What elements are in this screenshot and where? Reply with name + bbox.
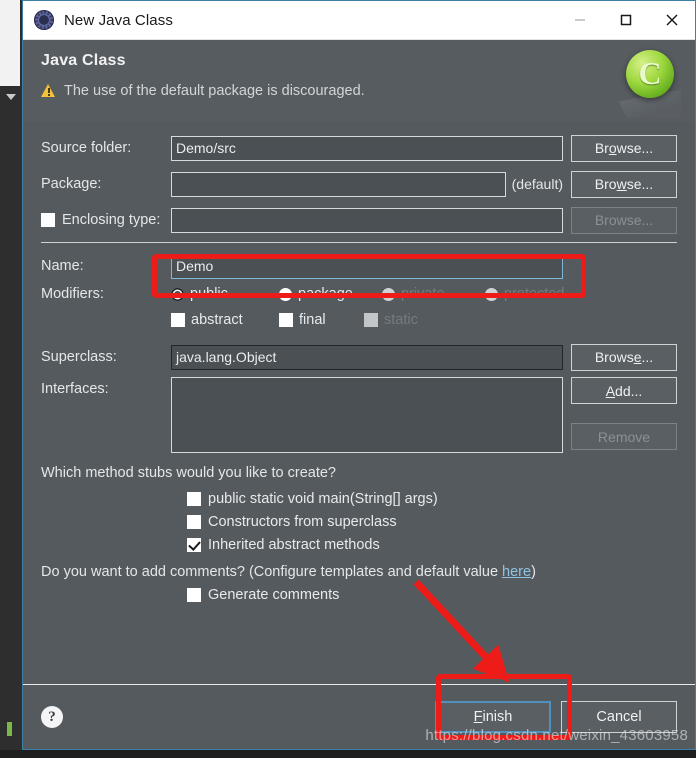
- page-title: Java Class: [41, 52, 126, 69]
- collapse-triangle-icon: [6, 94, 16, 100]
- radio-protected-label: protected: [504, 286, 565, 302]
- stub-inherited-abstract-label: Inherited abstract methods: [208, 536, 380, 553]
- radio-private-label: private: [401, 286, 445, 302]
- warning-triangle-icon: [41, 84, 56, 98]
- minimize-button[interactable]: [557, 1, 603, 39]
- interfaces-label: Interfaces:: [41, 381, 109, 397]
- section-divider: [41, 242, 677, 243]
- interfaces-buttons: Add... Remove: [571, 377, 677, 450]
- title-bar: New Java Class: [23, 1, 695, 40]
- stub-constructors[interactable]: Constructors from superclass: [187, 510, 677, 533]
- package-row: Package: (default) Bro w se...: [41, 168, 677, 200]
- source-folder-row: Source folder: Demo/src Br o wse...: [41, 132, 677, 164]
- close-button[interactable]: [649, 1, 695, 39]
- maximize-icon: [620, 14, 632, 26]
- configure-templates-link[interactable]: here: [502, 564, 531, 580]
- name-input[interactable]: Demo: [171, 253, 563, 279]
- checkbox-generate-comments-icon[interactable]: [187, 587, 201, 602]
- footer-buttons: Finish Cancel: [435, 701, 677, 733]
- stub-inherited-abstract[interactable]: Inherited abstract methods: [187, 533, 677, 556]
- modifier-radio-package[interactable]: package: [279, 286, 382, 302]
- radio-public-label: public: [190, 286, 228, 302]
- superclass-row: Superclass: java.lang.Object Brows e...: [41, 341, 677, 373]
- name-label: Name:: [41, 258, 84, 274]
- backdrop-bottom-bar: [0, 750, 696, 758]
- checkbox-abstract-icon[interactable]: [171, 313, 185, 327]
- minimize-icon: [575, 19, 585, 21]
- enclosing-type-input[interactable]: [171, 207, 563, 233]
- java-class-badge-icon: C: [619, 46, 681, 118]
- modifier-check-static: static: [364, 312, 418, 328]
- enclosing-type-label: Enclosing type:: [62, 212, 161, 228]
- dialog-footer: ? Finish Cancel: [23, 685, 695, 749]
- radio-package-label: package: [298, 286, 353, 302]
- interfaces-remove-button: Remove: [571, 423, 677, 450]
- modifier-radio-private: private: [382, 286, 485, 302]
- window-title: New Java Class: [64, 11, 173, 29]
- modifiers-radio-row: Modifiers: public package private protec…: [41, 283, 677, 305]
- close-icon: [666, 14, 678, 26]
- source-folder-label: Source folder:: [41, 140, 132, 156]
- superclass-input[interactable]: java.lang.Object: [171, 344, 563, 370]
- enclosing-type-browse-button: Browse...: [571, 206, 677, 234]
- source-folder-input[interactable]: Demo/src: [171, 135, 563, 161]
- modifiers-check-row: abstract final static: [41, 309, 677, 331]
- header-message-text: The use of the default package is discou…: [64, 83, 365, 99]
- checkbox-final-label: final: [299, 312, 326, 328]
- new-java-class-dialog: New Java Class Java Class The use of the…: [22, 0, 696, 750]
- interfaces-list[interactable]: [171, 377, 563, 453]
- modifiers-label: Modifiers:: [41, 286, 104, 302]
- window-controls: [557, 1, 695, 39]
- radio-protected-icon: [485, 287, 498, 301]
- comments-question: Do you want to add comments? (Configure …: [41, 564, 677, 580]
- comments-question-suffix: ): [531, 564, 536, 580]
- superclass-browse-button[interactable]: Brows e...: [571, 343, 677, 371]
- package-input[interactable]: [171, 171, 506, 197]
- interfaces-add-button[interactable]: Add...: [571, 377, 677, 404]
- enclosing-type-row: Enclosing type: Browse...: [41, 204, 677, 236]
- cancel-button[interactable]: Cancel: [561, 701, 677, 733]
- package-label: Package:: [41, 176, 102, 192]
- stub-constructors-label: Constructors from superclass: [208, 513, 397, 530]
- radio-public-icon[interactable]: [171, 287, 184, 301]
- checkbox-inherited-abstract-icon[interactable]: [187, 537, 201, 552]
- java-class-gear-icon: [34, 10, 54, 30]
- checkbox-main-method-icon[interactable]: [187, 491, 201, 506]
- checkbox-abstract-label: abstract: [191, 312, 243, 328]
- generate-comments-row[interactable]: Generate comments: [187, 583, 677, 606]
- superclass-label: Superclass:: [41, 349, 117, 365]
- package-browse-button[interactable]: Bro w se...: [571, 170, 677, 198]
- source-folder-browse-button[interactable]: Br o wse...: [571, 134, 677, 162]
- backdrop-green-marker: [7, 722, 12, 736]
- checkbox-static-label: static: [384, 312, 418, 328]
- modifier-radio-protected: protected: [485, 286, 564, 302]
- backdrop-white-panel: [0, 0, 20, 86]
- stub-main-method-label: public static void main(String[] args): [208, 490, 438, 507]
- generate-comments-label: Generate comments: [208, 586, 340, 603]
- comments-question-prefix: Do you want to add comments? (Configure …: [41, 564, 503, 580]
- dialog-header: Java Class The use of the default packag…: [23, 40, 695, 122]
- enclosing-type-label-group[interactable]: Enclosing type:: [41, 212, 171, 228]
- checkbox-final-icon[interactable]: [279, 313, 293, 327]
- radio-package-icon[interactable]: [279, 287, 292, 301]
- interfaces-row: Interfaces: Add... Remove: [41, 377, 677, 453]
- radio-private-icon: [382, 287, 395, 301]
- badge-letter: C: [638, 55, 662, 91]
- checkbox-constructors-icon[interactable]: [187, 514, 201, 529]
- name-row: Name: Demo: [41, 251, 677, 281]
- dialog-body: Source folder: Demo/src Br o wse... Packag…: [23, 122, 695, 684]
- backdrop-left-strip: [0, 0, 22, 758]
- modifier-radio-public[interactable]: public: [171, 286, 279, 302]
- finish-button[interactable]: Finish: [435, 701, 551, 733]
- checkbox-static-icon: [364, 313, 378, 327]
- modifier-check-abstract[interactable]: abstract: [171, 312, 279, 328]
- enclosing-type-checkbox[interactable]: [41, 213, 55, 227]
- package-default-tag: (default): [511, 176, 563, 192]
- maximize-button[interactable]: [603, 1, 649, 39]
- method-stubs-question: Which method stubs would you like to cre…: [41, 465, 336, 481]
- header-message: The use of the default package is discou…: [41, 83, 695, 99]
- stub-main-method[interactable]: public static void main(String[] args): [187, 487, 677, 510]
- modifier-check-final[interactable]: final: [279, 312, 364, 328]
- help-icon[interactable]: ?: [41, 706, 63, 728]
